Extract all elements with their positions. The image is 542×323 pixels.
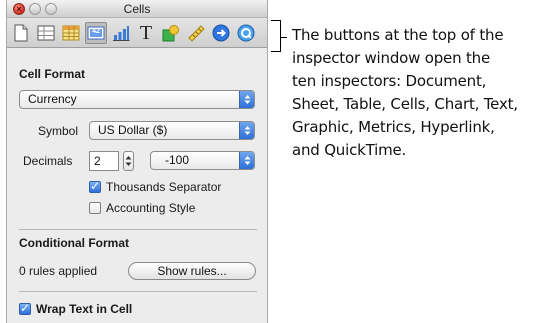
graphic-icon bbox=[162, 25, 179, 42]
cells-inspector-button[interactable]: 42 bbox=[85, 22, 107, 44]
symbol-popup-value: US Dollar ($) bbox=[98, 123, 168, 137]
popup-arrows-icon bbox=[239, 152, 254, 169]
chart-inspector-button[interactable] bbox=[110, 22, 132, 44]
text-icon: T bbox=[139, 22, 153, 44]
decimals-stepper[interactable] bbox=[123, 151, 134, 171]
stepper-arrows-icon bbox=[125, 156, 132, 166]
window-title: Cells bbox=[123, 2, 151, 16]
page: × Cells 42 T Cell Format Currency Symbol… bbox=[0, 0, 542, 323]
document-icon bbox=[14, 24, 28, 42]
sheet-inspector-button[interactable] bbox=[35, 22, 57, 44]
section-divider bbox=[19, 291, 257, 292]
negative-numbers-popup[interactable]: -100 bbox=[150, 151, 255, 170]
hyperlink-inspector-button[interactable] bbox=[210, 22, 232, 44]
document-inspector-button[interactable] bbox=[10, 22, 32, 44]
rules-applied-text: 0 rules applied bbox=[19, 264, 98, 278]
accounting-style-label: Accounting Style bbox=[106, 201, 196, 215]
callout-leader-line bbox=[280, 37, 287, 38]
inspector-window: × Cells 42 T Cell Format Currency Symbol… bbox=[6, 0, 268, 323]
callout-line: and QuickTime. bbox=[292, 141, 407, 159]
checkmark-icon: ✓ bbox=[90, 179, 101, 193]
table-inspector-button[interactable] bbox=[60, 22, 82, 44]
popup-arrows-icon bbox=[239, 91, 254, 108]
symbol-label: Symbol bbox=[38, 124, 79, 138]
cell-format-heading: Cell Format bbox=[19, 67, 86, 81]
negative-numbers-value: -100 bbox=[165, 153, 190, 167]
callout-line: Graphic, Metrics, Hyperlink, bbox=[292, 118, 495, 136]
format-popup[interactable]: Currency bbox=[19, 90, 255, 109]
graphic-inspector-button[interactable] bbox=[160, 22, 182, 44]
inspector-toolbar: 42 T bbox=[7, 18, 267, 48]
thousands-separator-checkbox[interactable]: ✓ bbox=[89, 179, 101, 193]
thousands-separator-label: Thousands Separator bbox=[106, 180, 222, 194]
symbol-popup[interactable]: US Dollar ($) bbox=[89, 121, 255, 140]
section-divider bbox=[19, 229, 257, 230]
cells-badge: 42 bbox=[92, 28, 100, 35]
show-rules-button[interactable]: Show rules... bbox=[128, 262, 256, 280]
table-icon bbox=[62, 25, 80, 41]
wrap-text-checkbox[interactable]: ✓ bbox=[19, 301, 31, 315]
format-popup-value: Currency bbox=[28, 92, 77, 106]
callout-line: The buttons at the top of the bbox=[292, 26, 504, 44]
quicktime-icon bbox=[237, 24, 255, 42]
text-inspector-button[interactable]: T bbox=[135, 22, 157, 44]
callout-line: inspector window open the bbox=[292, 49, 490, 67]
accounting-style-checkbox[interactable] bbox=[89, 202, 101, 214]
sheet-icon bbox=[37, 25, 55, 41]
hyperlink-icon bbox=[212, 24, 230, 42]
decimals-label: Decimals bbox=[23, 154, 73, 168]
metrics-inspector-button[interactable] bbox=[185, 22, 207, 44]
wrap-text-label: Wrap Text in Cell bbox=[36, 302, 133, 316]
popup-arrows-icon bbox=[239, 122, 254, 139]
chart-icon bbox=[113, 26, 130, 41]
checkmark-icon: ✓ bbox=[20, 301, 31, 315]
title-bar[interactable]: × Cells bbox=[7, 0, 267, 18]
decimals-field[interactable]: 2 bbox=[89, 151, 119, 171]
callout-text: The buttons at the top of the inspector … bbox=[292, 24, 542, 162]
conditional-format-heading: Conditional Format bbox=[19, 236, 129, 250]
callout-line: ten inspectors: Document, bbox=[292, 72, 487, 90]
ruler-icon bbox=[188, 25, 205, 42]
callout-line: Sheet, Table, Cells, Chart, Text, bbox=[292, 95, 518, 113]
callout-bracket bbox=[271, 20, 281, 52]
quicktime-inspector-button[interactable] bbox=[235, 22, 257, 44]
